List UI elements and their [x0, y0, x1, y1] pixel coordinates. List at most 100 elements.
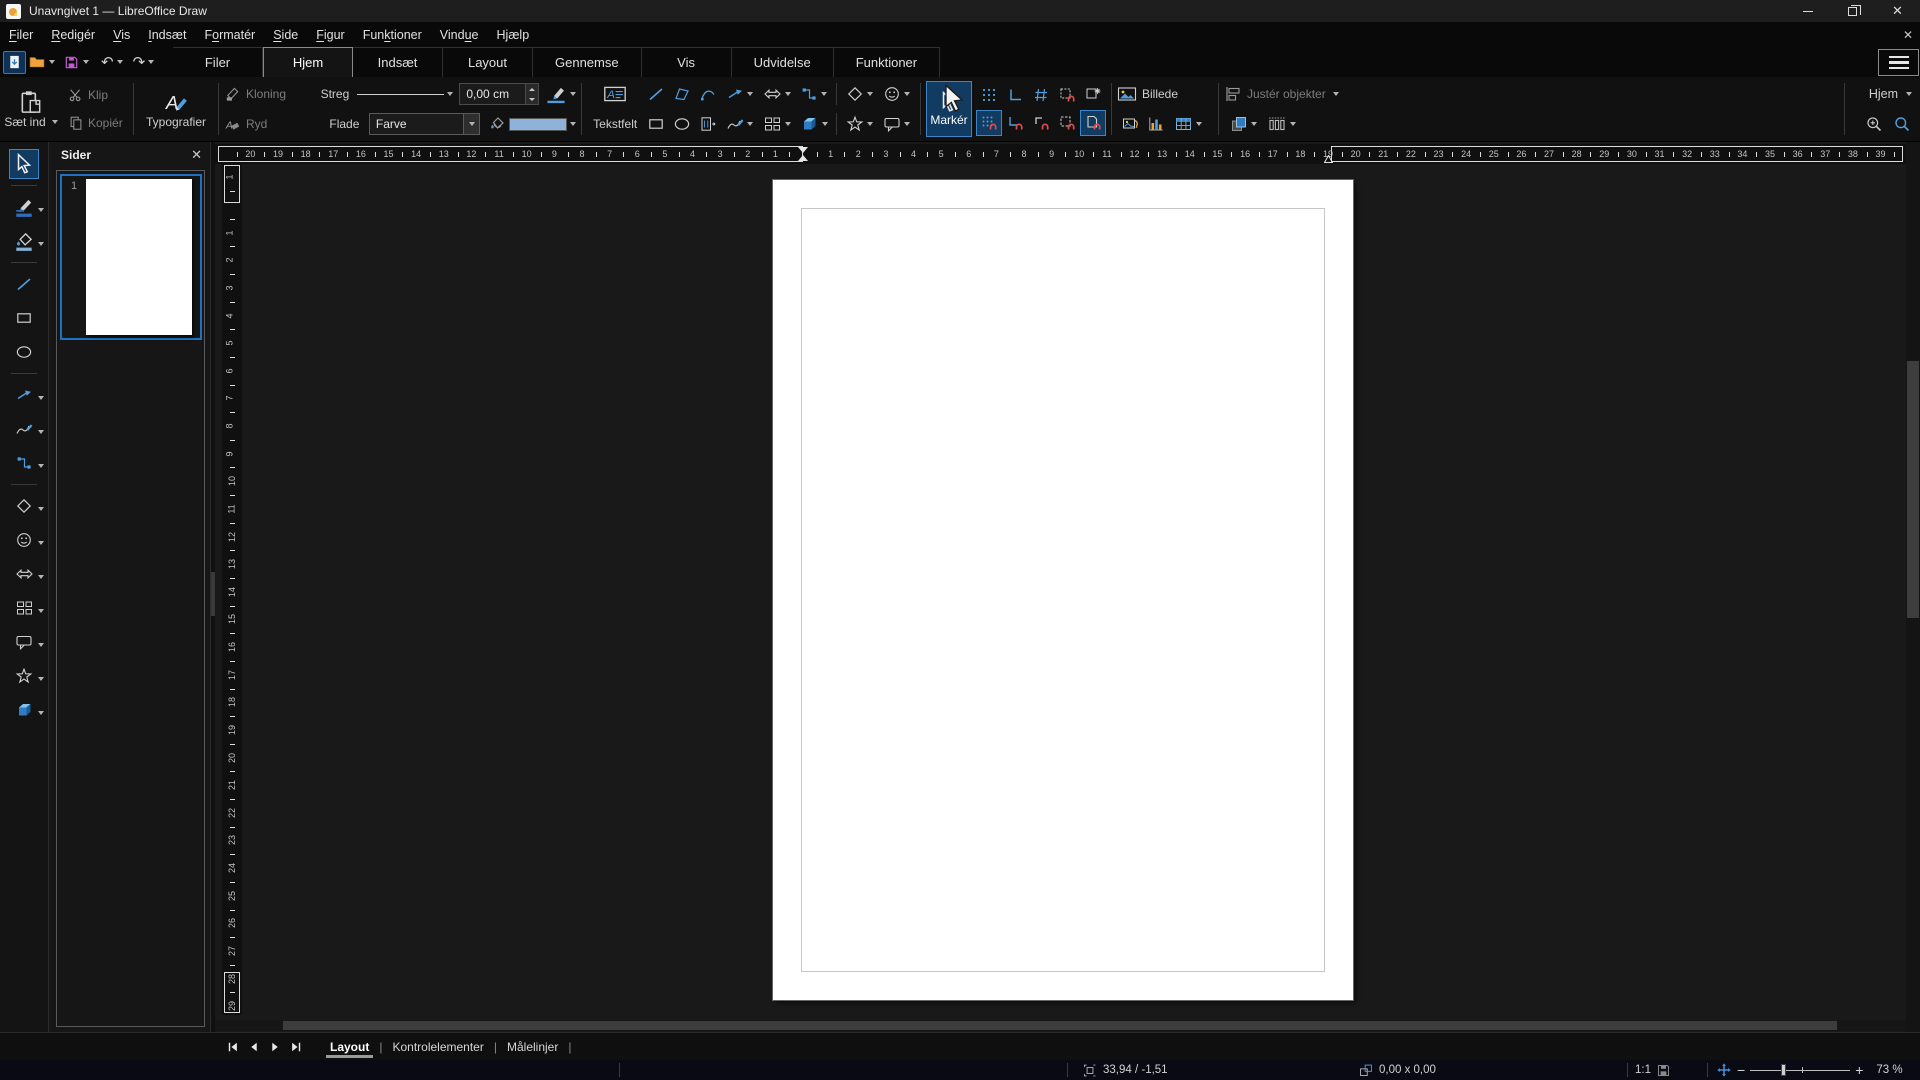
rectangle-tool-button[interactable] [1, 301, 47, 335]
menu-redigér[interactable]: Redigér [42, 24, 104, 46]
tab-filer[interactable]: Filer [173, 47, 263, 77]
tab-vis[interactable]: Vis [642, 47, 732, 77]
gallery-button[interactable] [1117, 111, 1143, 137]
flowchart-tool-button[interactable] [1, 591, 47, 625]
zoom-slider-thumb[interactable] [1781, 1064, 1786, 1076]
menu-funktioner[interactable]: Funktioner [354, 24, 431, 46]
redo-button[interactable]: ↷ [133, 53, 155, 71]
callout-tool-button[interactable] [1, 625, 47, 659]
zoom-button[interactable] [1864, 111, 1884, 137]
spin-down-icon[interactable] [529, 98, 535, 101]
snap-to-object-button[interactable] [1080, 82, 1106, 108]
snap-to-corner-button[interactable] [1028, 110, 1054, 136]
basic-shapes-tool-button[interactable] [1, 489, 47, 523]
select-button[interactable]: Markér [926, 81, 972, 137]
vertical-scrollbar[interactable] [1906, 142, 1920, 1032]
vertical-text-button[interactable] [695, 111, 721, 137]
fill-type-dropdown-icon[interactable] [463, 114, 479, 134]
line-width-spinner[interactable]: 0,00 cm [459, 83, 539, 105]
menu-filer[interactable]: Filer [0, 24, 42, 46]
dropdown-arrow-icon[interactable] [38, 711, 44, 715]
menu-vindue[interactable]: Vindue [431, 24, 488, 46]
stars-button[interactable] [841, 111, 878, 137]
horizontal-scrollbar[interactable] [215, 1020, 1906, 1031]
vertical-scrollbar-thumb[interactable] [1907, 361, 1919, 618]
symbol-shapes-tool-button[interactable] [1, 523, 47, 557]
rectangle-button[interactable] [643, 111, 669, 137]
ellipse-button[interactable] [669, 111, 695, 137]
display-grid-button[interactable] [976, 82, 1002, 108]
menu-side[interactable]: Side [264, 24, 307, 46]
snap-to-margins-button[interactable] [1054, 82, 1080, 108]
close-document-icon[interactable]: ✕ [1903, 28, 1913, 42]
block-arrows-button[interactable] [758, 81, 795, 107]
fill-color-button[interactable] [488, 115, 576, 133]
symbol-shapes-button[interactable] [878, 81, 915, 107]
cursor-position-pane[interactable]: 33,94 / -1,51 [1082, 1060, 1168, 1080]
dropdown-arrow-icon[interactable] [38, 242, 44, 246]
snap-to-grid-button[interactable] [976, 110, 1002, 136]
tab-layout[interactable]: Layout [443, 47, 533, 77]
object-size-pane[interactable]: 0,00 x 0,00 [1358, 1060, 1436, 1080]
vertical-ruler[interactable]: 1123456789101112131415161718192021222324… [222, 163, 242, 1015]
snap-to-frame-button[interactable] [1054, 110, 1080, 136]
restore-button[interactable] [1830, 0, 1875, 22]
menu-indsæt[interactable]: Indsæt [139, 24, 195, 46]
align-objects-button[interactable]: Justér objekter [1224, 79, 1410, 109]
search-button[interactable] [1892, 111, 1912, 137]
fit-page-icon[interactable] [1716, 1062, 1732, 1078]
line-color-button[interactable] [545, 83, 576, 105]
layer-tab-kontrolelementer[interactable]: Kontrolelementer [382, 1036, 493, 1058]
helplines-button[interactable] [1002, 82, 1028, 108]
curve-button[interactable] [695, 81, 721, 107]
clear-formatting-button[interactable]: A Ryd [224, 116, 329, 133]
spin-up-icon[interactable] [529, 88, 535, 91]
menu-hamburger-button[interactable] [1878, 49, 1919, 76]
basic-shapes-button[interactable] [841, 81, 878, 107]
context-menu-button[interactable]: Hjem [1869, 79, 1912, 109]
callouts-button[interactable] [878, 111, 915, 137]
open-button[interactable] [28, 53, 55, 71]
scale-pane[interactable]: 1:1 [1635, 1060, 1671, 1080]
dropdown-arrow-icon[interactable] [38, 575, 44, 579]
dropdown-arrow-icon[interactable] [38, 208, 44, 212]
zoom-out-button[interactable]: − [1737, 1062, 1745, 1078]
page-thumbnail[interactable]: 1 [60, 174, 202, 340]
grid-visible-button[interactable] [1028, 82, 1054, 108]
zoom-percent-value[interactable]: 73 % [1876, 1064, 1902, 1076]
insert-textbox-button[interactable]: A [587, 81, 643, 107]
3d-objects-tool-button[interactable] [1, 693, 47, 727]
fill-color-tool-button[interactable] [1, 224, 47, 258]
lines-arrows-tool-button[interactable] [1, 378, 47, 412]
tab-hjem[interactable]: Hjem [263, 47, 353, 77]
line-color-tool-button[interactable] [1, 190, 47, 224]
dropdown-arrow-icon[interactable] [38, 643, 44, 647]
first-page-button[interactable] [222, 1037, 243, 1057]
layer-tab-layout[interactable]: Layout [320, 1036, 379, 1058]
dropdown-arrow-icon[interactable] [38, 464, 44, 468]
block-arrows-tool-button[interactable] [1, 557, 47, 591]
new-document-button[interactable] [3, 51, 26, 74]
zoom-slider[interactable] [1750, 1060, 1850, 1080]
curve-tool-button[interactable] [1, 412, 47, 446]
menu-hjælp[interactable]: Hjælp [488, 24, 539, 46]
styles-button[interactable]: A Typografier [147, 89, 205, 129]
drawing-page[interactable] [773, 180, 1353, 1000]
paste-button[interactable]: Sæt ind [2, 89, 60, 129]
lines-arrows-button[interactable] [721, 81, 758, 107]
dropdown-arrow-icon[interactable] [38, 396, 44, 400]
next-page-button[interactable] [264, 1037, 285, 1057]
copy-button[interactable]: Kopiér [68, 110, 123, 136]
ellipse-tool-button[interactable] [1, 335, 47, 369]
fill-type-combobox[interactable]: Farve [369, 113, 480, 135]
dropdown-arrow-icon[interactable] [38, 609, 44, 613]
menu-figur[interactable]: Figur [307, 24, 353, 46]
insert-table-button[interactable] [1169, 111, 1207, 137]
previous-page-button[interactable] [243, 1037, 264, 1057]
stars-tool-button[interactable] [1, 659, 47, 693]
layer-tab-målelinjer[interactable]: Målelinjer [497, 1036, 568, 1058]
minimize-button[interactable] [1785, 0, 1830, 22]
snap-to-helplines-button[interactable] [1002, 110, 1028, 136]
tab-gennemse[interactable]: Gennemse [533, 47, 642, 77]
horizontal-ruler[interactable]: 1234567891011121314151617181920123456789… [215, 144, 1906, 164]
